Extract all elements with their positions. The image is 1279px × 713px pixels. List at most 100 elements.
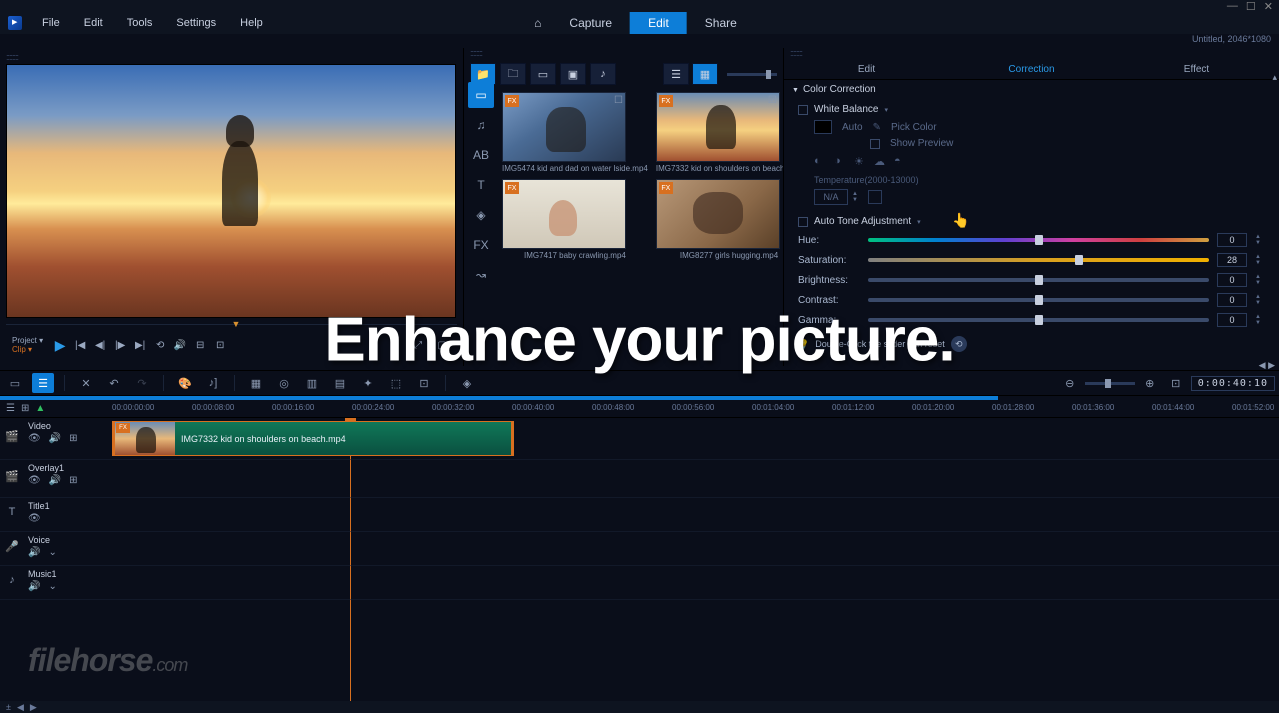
lock-icon[interactable]: ⊞ <box>69 433 77 444</box>
temperature-input[interactable]: N/A <box>814 189 848 205</box>
mute-icon[interactable]: 🔊 <box>49 433 61 444</box>
library-clip[interactable]: FX IMG8277 girls hugging.mp4 <box>656 179 783 262</box>
slider-track[interactable] <box>868 318 1209 322</box>
preset-tungsten-icon[interactable]: ◐ <box>814 155 828 169</box>
auto-tone-toggle[interactable]: Auto Tone Adjustment ▾ <box>798 213 1265 230</box>
transition-tab-icon[interactable]: AB <box>468 142 494 168</box>
slider-saturation[interactable]: Saturation:28▲▼ <box>798 250 1265 270</box>
redo-button[interactable]: ↷ <box>131 373 153 393</box>
library-clip[interactable]: FX☐ IMG5474 kid and dad on water lside.m… <box>502 92 648 175</box>
slider-track[interactable] <box>868 258 1209 262</box>
minimize-button[interactable]: — <box>1227 0 1238 12</box>
path-tab-icon[interactable]: ↝ <box>468 262 494 288</box>
drag-handle[interactable]: :::::::: <box>464 48 783 58</box>
step-fwd-button[interactable]: |▶ <box>111 336 129 354</box>
snapshot-button[interactable]: ⊡ <box>211 336 229 354</box>
mark-in-button[interactable]: [ <box>361 336 379 354</box>
tab-edit[interactable]: Edit <box>784 60 949 79</box>
split-button[interactable]: ⊟ <box>191 336 209 354</box>
ts-tool-4[interactable]: ▤ <box>329 373 351 393</box>
slider-value-input[interactable]: 28 <box>1217 253 1247 267</box>
menu-help[interactable]: Help <box>230 15 273 31</box>
title-tab-icon[interactable]: T <box>468 172 494 198</box>
fullscreen-icon[interactable]: ▢ <box>433 336 451 354</box>
reset-all-icon[interactable]: ⟲ <box>951 336 967 352</box>
slider-contrast[interactable]: Contrast:0▲▼ <box>798 290 1265 310</box>
menu-edit[interactable]: Edit <box>74 15 113 31</box>
spinner-down-icon[interactable]: ▼ <box>1255 320 1265 326</box>
menu-settings[interactable]: Settings <box>166 15 226 31</box>
media-tab-icon[interactable]: ▭ <box>468 82 494 108</box>
white-balance-toggle[interactable]: White Balance ▾ <box>798 101 1265 118</box>
undo-button[interactable]: ↶ <box>103 373 125 393</box>
close-button[interactable]: ✕ <box>1264 0 1273 13</box>
timeline-ruler[interactable]: ☰ ⊞ ▲ 00:00:00:0000:00:08:0000:00:16:000… <box>0 400 1279 418</box>
color-correction-header[interactable]: Color Correction <box>784 80 1279 99</box>
volume-button[interactable]: 🔊 <box>171 336 189 354</box>
color-wheel-icon[interactable]: 🎨 <box>174 373 196 393</box>
lib-video-icon[interactable]: ▭ <box>530 63 556 85</box>
track-overlay[interactable]: 🎬 Overlay1 👁🔊⊞ <box>0 460 1279 498</box>
scroll-left-icon[interactable]: ◀ <box>17 702 24 713</box>
ts-tool-3[interactable]: ▥ <box>301 373 323 393</box>
timeline-view-icon[interactable]: ☰ <box>32 373 54 393</box>
spinner-down-icon[interactable]: ▼ <box>1255 300 1265 306</box>
visibility-icon[interactable]: 👁 <box>28 475 41 486</box>
grid-view-icon[interactable]: ▦ <box>692 63 718 85</box>
ts-tool-7[interactable]: ⊡ <box>413 373 435 393</box>
maximize-button[interactable]: ☐ <box>1246 0 1256 13</box>
expand-icon[interactable]: ⤢ <box>409 336 427 354</box>
insert-icon[interactable]: ⊞ <box>21 403 29 414</box>
lock-icon[interactable]: ⊞ <box>69 475 77 486</box>
lib-folder-icon[interactable]: 🗀 <box>500 63 526 85</box>
tab-effect[interactable]: Effect <box>1114 60 1279 79</box>
track-title[interactable]: T Title1 👁 <box>0 498 1279 532</box>
checkbox-icon[interactable] <box>798 105 808 115</box>
preset-fluorescent-icon[interactable]: ◑ <box>834 155 848 169</box>
tool-icon[interactable]: ✕ <box>75 373 97 393</box>
checkbox-icon[interactable] <box>798 217 808 227</box>
track-voice[interactable]: 🎤 Voice 🔊⌄ <box>0 532 1279 566</box>
drag-handle[interactable]: :::::::: <box>784 48 1279 58</box>
timecode-display[interactable]: 0:00:40:10 <box>1191 376 1275 391</box>
storyboard-view-icon[interactable]: ▭ <box>4 373 26 393</box>
audio-tool-icon[interactable]: ♪] <box>202 373 224 393</box>
fit-timeline-icon[interactable]: ⊡ <box>1165 373 1187 393</box>
library-clip[interactable]: FX IMG7417 baby crawling.mp4 <box>502 179 648 262</box>
mute-icon[interactable]: 🔊 <box>28 581 40 592</box>
slider-track[interactable] <box>868 278 1209 282</box>
spinner-down-icon[interactable]: ▼ <box>1255 240 1265 246</box>
graphic-tab-icon[interactable]: ◈ <box>468 202 494 228</box>
lib-photo-icon[interactable]: ▣ <box>560 63 586 85</box>
slider-value-input[interactable]: 0 <box>1217 273 1247 287</box>
ts-tool-6[interactable]: ⬚ <box>385 373 407 393</box>
zoom-slider[interactable] <box>1085 382 1135 385</box>
visibility-icon[interactable]: 👁 <box>28 513 41 524</box>
preview-mode-toggle[interactable]: Project ▾ Clip ▾ <box>12 336 43 354</box>
marker-icon[interactable]: ▲ <box>35 403 45 414</box>
sound-tab-icon[interactable]: ♫ <box>468 112 494 138</box>
slider-value-input[interactable]: 0 <box>1217 313 1247 327</box>
drag-handle[interactable]: :::::::: <box>6 52 457 62</box>
step-back-button[interactable]: ◀| <box>91 336 109 354</box>
track-music[interactable]: ♪ Music1 🔊⌄ <box>0 566 1279 600</box>
tab-correction[interactable]: Correction <box>949 60 1114 79</box>
expand-icon[interactable]: ⌄ <box>48 547 56 558</box>
preview-scrubber[interactable]: ▼ <box>6 318 457 330</box>
list-view-icon[interactable]: ☰ <box>663 63 689 85</box>
next-button[interactable]: ▶| <box>131 336 149 354</box>
slider-brightness[interactable]: Brightness:0▲▼ <box>798 270 1265 290</box>
reset-temp-icon[interactable] <box>868 190 882 204</box>
collapse-icon[interactable]: ▴ <box>1272 72 1277 83</box>
timeline-clip[interactable]: FX IMG7332 kid on shoulders on beach.mp4 <box>112 421 514 456</box>
mute-icon[interactable]: 🔊 <box>28 547 40 558</box>
menu-file[interactable]: File <box>32 15 70 31</box>
slider-track[interactable] <box>868 238 1209 242</box>
mode-edit[interactable]: Edit <box>630 12 687 34</box>
mode-capture[interactable]: Capture <box>551 12 630 34</box>
scroll-right-icon[interactable]: ▶ <box>30 702 37 713</box>
thumb-size-slider[interactable] <box>727 73 777 76</box>
prev-button[interactable]: |◀ <box>71 336 89 354</box>
preset-cloudy-icon[interactable]: ☁ <box>874 155 888 169</box>
slider-gamma[interactable]: Gamma:0▲▼ <box>798 310 1265 330</box>
